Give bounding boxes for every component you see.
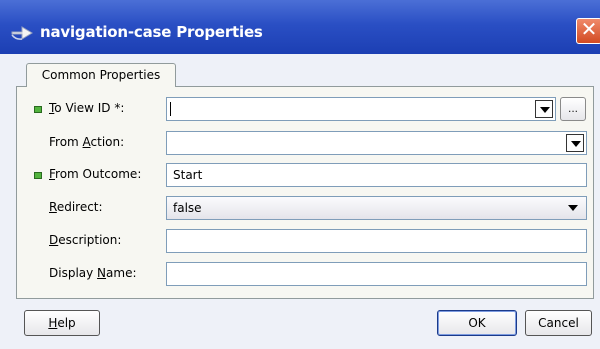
from-action-combo[interactable] xyxy=(166,131,587,155)
from-action-label: From Action: xyxy=(49,135,125,149)
to-view-id-label: To View ID *: xyxy=(49,101,125,115)
description-label: Description: xyxy=(49,233,122,247)
window-title: navigation-case Properties xyxy=(40,23,263,41)
browse-button[interactable]: ... xyxy=(560,97,586,121)
description-input[interactable] xyxy=(166,229,587,253)
arrow-right-icon xyxy=(11,26,33,40)
from-outcome-label: From Outcome: xyxy=(49,167,142,181)
ok-button[interactable]: OK xyxy=(437,310,517,336)
text-caret xyxy=(170,102,171,116)
close-icon: ✕ xyxy=(580,19,598,41)
ellipsis-icon: ... xyxy=(567,101,578,115)
from-outcome-value: Start xyxy=(173,168,203,182)
ok-label: OK xyxy=(468,316,486,330)
help-button[interactable]: Help xyxy=(24,310,100,336)
display-name-input[interactable] xyxy=(166,262,587,286)
cancel-button[interactable]: Cancel xyxy=(525,310,592,336)
redirect-select[interactable]: false xyxy=(166,196,587,220)
properties-dialog: navigation-case Properties ✕ Common Prop… xyxy=(0,0,600,349)
tab-common-properties[interactable]: Common Properties xyxy=(26,63,176,87)
to-view-id-dropdown-button[interactable] xyxy=(535,100,553,118)
display-name-label: Display Name: xyxy=(49,266,137,280)
from-action-dropdown-button[interactable] xyxy=(566,134,584,152)
tab-label: Common Properties xyxy=(41,68,161,82)
required-marker-icon xyxy=(34,172,42,179)
required-marker-icon xyxy=(34,106,42,113)
redirect-label: Redirect: xyxy=(49,200,103,214)
cancel-label: Cancel xyxy=(538,316,579,330)
redirect-value: false xyxy=(173,201,202,215)
to-view-id-combo[interactable] xyxy=(166,97,556,121)
title-bar[interactable]: navigation-case Properties ✕ xyxy=(0,0,600,54)
close-button[interactable]: ✕ xyxy=(576,18,600,44)
from-outcome-input[interactable]: Start xyxy=(166,163,587,187)
chevron-down-icon xyxy=(564,199,582,217)
